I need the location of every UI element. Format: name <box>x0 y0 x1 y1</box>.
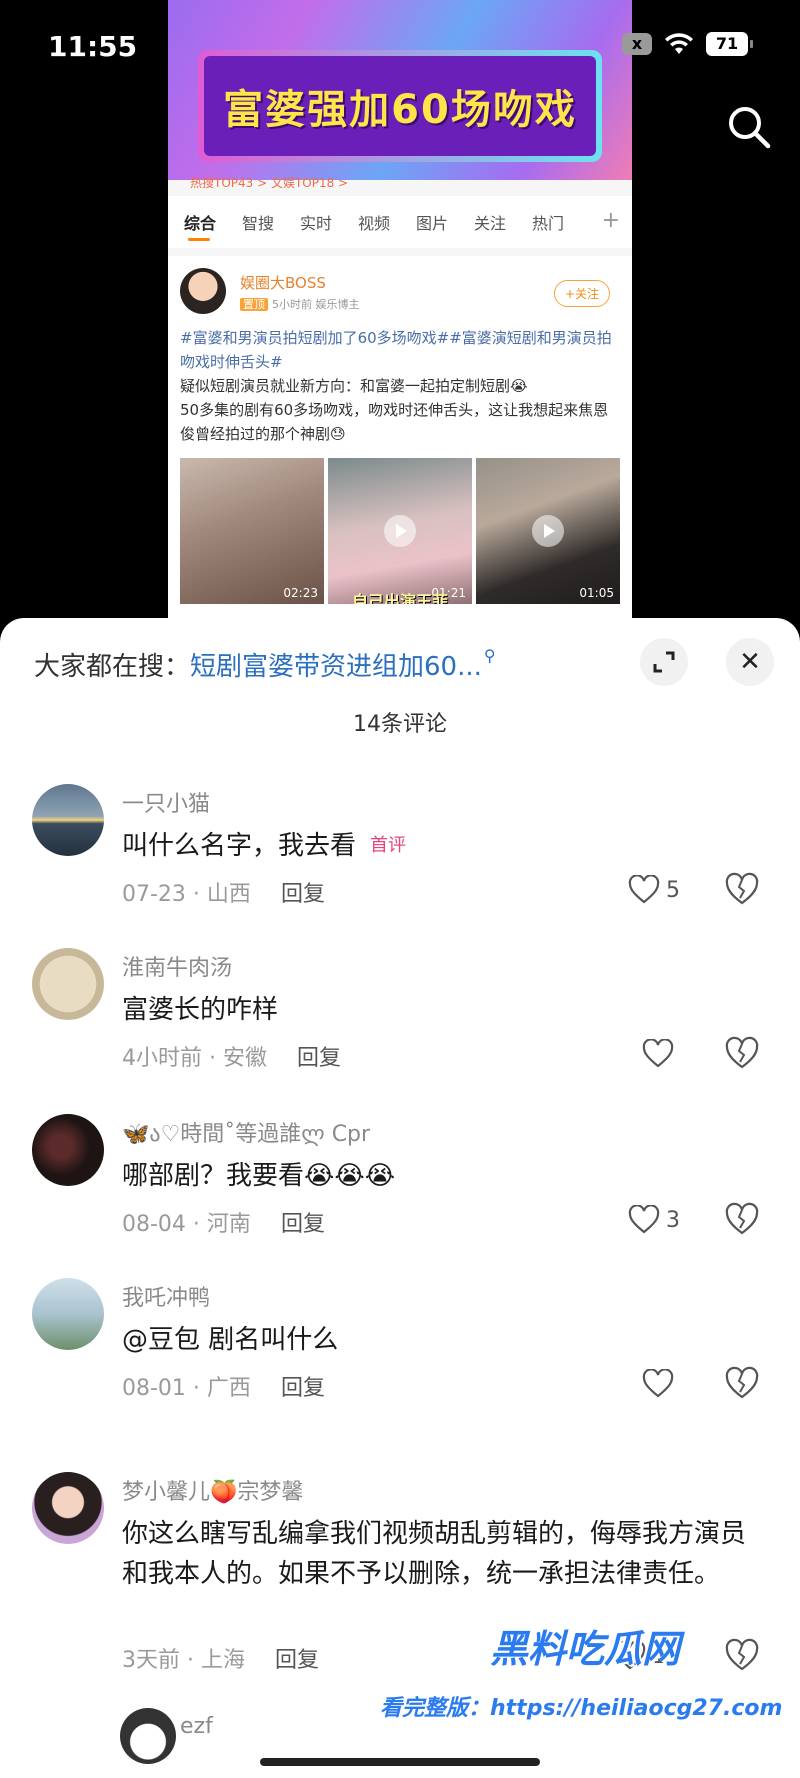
expand-icon <box>653 651 675 673</box>
battery-icon: 71 <box>706 32 753 56</box>
post-hashtags: #富婆和男演员拍短剧加了60多场吻戏##富婆演短剧和男演员拍吻戏时伸舌头# <box>180 329 612 371</box>
pinned-badge: 置顶 <box>240 298 268 311</box>
reply-button[interactable]: 回复 <box>275 1648 319 1673</box>
comment-meta: 08-01 · 广西 回复 <box>122 1376 325 1401</box>
broken-heart-icon[interactable] <box>724 1036 760 1072</box>
tab-hot: 热门 <box>532 214 565 233</box>
comment-meta: 08-04 · 河南 回复 <box>122 1212 325 1237</box>
home-indicator[interactable] <box>260 1758 540 1766</box>
post-avatar <box>180 268 226 314</box>
comment-meta: 4小时前 · 安徽 回复 <box>122 1046 342 1071</box>
post-text: #富婆和男演员拍短剧加了60多场吻戏##富婆演短剧和男演员拍吻戏时伸舌头# 疑似… <box>180 326 620 446</box>
wifi-icon <box>665 33 693 54</box>
avatar[interactable] <box>32 784 104 856</box>
hot-tags: 热搜TOP43 > 文娱TOP18 > <box>190 176 349 190</box>
comment-text: 富婆长的咋样 <box>122 995 279 1025</box>
comment-text: 叫什么名字，我去看 首评 <box>122 826 762 866</box>
watermark: 黑料吃瓜网 看完整版：https://heiliaocg27.com <box>380 1618 800 1758</box>
comment-text: @豆包 剧名叫什么 <box>122 1325 339 1355</box>
post-follow-button: +关注 <box>553 280 610 307</box>
post-author: 娱圈大BOSS <box>240 274 326 292</box>
tab-video: 视频 <box>358 214 391 233</box>
heart-icon <box>628 1205 660 1234</box>
like-button[interactable]: 5 <box>580 872 680 908</box>
thumbnail-caption: 自己出演王菲 <box>351 592 448 604</box>
like-count: 5 <box>666 877 680 903</box>
broken-heart-icon[interactable] <box>724 872 760 908</box>
trending-search-query[interactable]: 短剧富婆带资进组加60... <box>190 652 482 682</box>
expand-button[interactable] <box>640 638 688 686</box>
first-comment-badge: 首评 <box>370 835 407 856</box>
post-thumbnails: 02:23 01:21 自己出演王菲 01:05 <box>180 458 620 604</box>
comment-count: 14条评论 <box>353 712 447 737</box>
weibo-tabs: 综合 智搜 实时 视频 图片 关注 热门 + <box>168 196 632 248</box>
video-thumbnail: 02:23 <box>180 458 324 604</box>
comment-username[interactable]: 淮南牛肉汤 <box>122 950 232 982</box>
weibo-post: 娱圈大BOSS 置顶 5小时前 娱乐博主 +关注 #富婆和男演员拍短剧加了60多场… <box>168 256 632 620</box>
heart-icon <box>628 875 660 904</box>
avatar[interactable] <box>32 1472 104 1544</box>
comment-username[interactable]: ezf <box>180 1714 213 1739</box>
tabs-more-icon: + <box>601 208 620 233</box>
play-icon <box>384 515 416 547</box>
search-small-icon: ⚲ <box>483 646 496 665</box>
video-player[interactable]: 富婆强加60场吻戏 热搜TOP43 > 文娱TOP18 > 综合 智搜 实时 视… <box>168 0 632 620</box>
comment-username[interactable]: 梦小馨儿🍑宗梦馨 <box>122 1474 303 1506</box>
watermark-logo: 黑料吃瓜网 <box>490 1627 681 1671</box>
avatar[interactable] <box>120 1708 176 1764</box>
status-time: 11:55 <box>48 30 138 63</box>
tab-smart: 智搜 <box>242 214 275 233</box>
heart-icon <box>642 1039 674 1068</box>
tab-composite: 综合 <box>184 210 242 241</box>
comment-sheet: 大家都在搜：短剧富婆带资进组加60... ⚲ ✕ 14条评论 一只小猫 叫什么名字… <box>0 618 800 1778</box>
comment-meta: 07-23 · 山西 回复 <box>122 882 325 907</box>
tab-follow: 关注 <box>474 214 507 233</box>
comment-text: 你这么瞎写乱编拿我们视频胡乱剪辑的，侮辱我方演员和我本人的。如果不予以删除，统一… <box>122 1519 747 1589</box>
broken-heart-icon[interactable] <box>724 1202 760 1238</box>
heart-icon <box>642 1369 674 1398</box>
video-title: 富婆强加60场吻戏 <box>223 87 577 133</box>
close-icon: ✕ <box>739 647 761 677</box>
like-button[interactable] <box>580 1366 680 1402</box>
post-meta: 置顶 5小时前 娱乐博主 <box>240 296 360 312</box>
status-icons: x 71 <box>622 32 753 56</box>
like-button[interactable]: 3 <box>580 1202 680 1238</box>
reply-button[interactable]: 回复 <box>297 1046 341 1071</box>
close-button[interactable]: ✕ <box>726 638 774 686</box>
tab-images: 图片 <box>416 214 449 233</box>
post-line: 50多集的剧有60多场吻戏，吻戏时还伸舌头，这让我想起来焦恩俊曾经拍过的那个神剧… <box>180 401 609 443</box>
trending-search[interactable]: 大家都在搜：短剧富婆带资进组加60... ⚲ <box>34 646 496 683</box>
comment-username[interactable]: 🦋ა♡時間˚等過誰ლ Cpr <box>122 1116 370 1148</box>
reply-button[interactable]: 回复 <box>281 1212 325 1237</box>
search-icon[interactable] <box>724 102 774 152</box>
thumbnail-duration: 02:23 <box>283 586 318 600</box>
comment-username[interactable]: 一只小猫 <box>122 786 210 818</box>
thumbnail-duration: 01:05 <box>579 586 614 600</box>
avatar[interactable] <box>32 948 104 1020</box>
video-banner: 富婆强加60场吻戏 热搜TOP43 > 文娱TOP18 > <box>168 0 632 190</box>
video-thumbnail: 01:05 <box>476 458 620 604</box>
reply-button[interactable]: 回复 <box>281 1376 325 1401</box>
avatar[interactable] <box>32 1114 104 1186</box>
video-area[interactable]: 富婆强加60场吻戏 热搜TOP43 > 文娱TOP18 > 综合 智搜 实时 视… <box>0 0 800 620</box>
x-badge-icon: x <box>622 33 652 55</box>
like-button[interactable] <box>580 1036 680 1072</box>
tab-realtime: 实时 <box>300 214 333 233</box>
like-count: 3 <box>666 1207 680 1233</box>
comment-text: 哪部剧？我要看😭😭😭 <box>122 1161 396 1191</box>
broken-heart-icon[interactable] <box>724 1366 760 1402</box>
post-line: 疑似短剧演员就业新方向：和富婆一起拍定制短剧😭 <box>180 377 528 395</box>
watermark-url: 看完整版：https://heiliaocg27.com <box>380 1696 783 1721</box>
avatar[interactable] <box>32 1278 104 1350</box>
video-thumbnail: 01:21 自己出演王菲 <box>328 458 472 604</box>
video-title-card: 富婆强加60场吻戏 <box>198 50 602 162</box>
trending-search-label: 大家都在搜： <box>34 652 191 682</box>
play-icon <box>532 515 564 547</box>
reply-button[interactable]: 回复 <box>281 882 325 907</box>
comment-meta: 3天前 · 上海 回复 <box>122 1648 320 1673</box>
comment-username[interactable]: 我吒冲鸭 <box>122 1280 210 1312</box>
